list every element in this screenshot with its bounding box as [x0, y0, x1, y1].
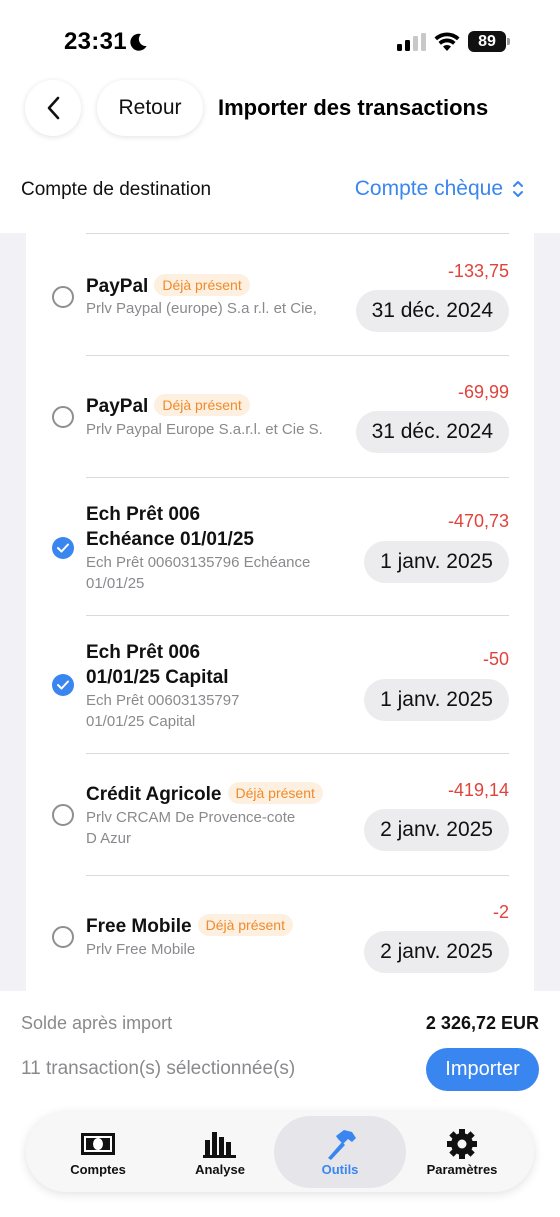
tab-bar: Comptes Analyse Outils Paramètres	[26, 1112, 534, 1192]
transaction-description-line-2: 01/01/25 Capital	[86, 713, 196, 730]
transaction-amount: -50	[482, 649, 509, 669]
tab-label: Paramètres	[426, 1162, 498, 1177]
transaction-row[interactable]: Ech Prêt 006 Echéance 01/01/25 Ech Prêt …	[26, 477, 534, 615]
selection-count-label: 11 transaction(s) sélectionnée(s)	[21, 1058, 296, 1079]
already-present-badge: Déjà présent	[154, 274, 250, 296]
gear-icon	[447, 1129, 477, 1159]
transaction-amount: -419,14	[447, 780, 509, 800]
battery-level: 89	[468, 31, 506, 52]
import-button[interactable]: Importer	[426, 1048, 539, 1091]
retour-button[interactable]: Retour	[97, 80, 203, 136]
balance-after-import-value: 2 326,72 EUR	[425, 1013, 539, 1033]
destination-label: Compte de destination	[21, 179, 212, 200]
transaction-row[interactable]: Free Mobile Déjà présent Prlv Free Mobile…	[26, 875, 534, 991]
bar-chart-icon	[203, 1132, 236, 1158]
already-present-badge: Déjà présent	[197, 914, 293, 936]
transaction-description-line-2: D Azur	[86, 830, 132, 847]
tab-label: Analyse	[195, 1162, 245, 1177]
tab-parametres[interactable]: Paramètres	[396, 1116, 528, 1188]
transaction-description-line-2: 01/01/25	[86, 575, 145, 592]
transaction-list: PayPal Déjà présent Prlv Paypal (europe) …	[26, 233, 534, 991]
transaction-date[interactable]: 2 janv. 2025	[364, 931, 509, 973]
balance-after-import-label: Solde après import	[21, 1013, 173, 1033]
transaction-description-line-1: Ech Prêt 00603135797	[86, 692, 240, 709]
transaction-name-line-2: 01/01/25 Capital	[86, 667, 229, 688]
transaction-amount: -2	[492, 902, 509, 922]
transaction-name: PayPal Déjà présent	[86, 394, 250, 419]
destination-account-select[interactable]: Compte chèque	[355, 177, 525, 201]
destination-account-value: Compte chèque	[354, 177, 503, 200]
tab-analyse[interactable]: Analyse	[154, 1116, 286, 1188]
status-bar: 23:31 89	[0, 0, 560, 80]
transaction-description: Prlv Free Mobile	[86, 941, 196, 958]
already-present-badge: Déjà présent	[154, 394, 250, 416]
transaction-name-text: PayPal	[86, 396, 149, 417]
battery-nub	[507, 38, 510, 45]
transaction-date[interactable]: 31 déc. 2024	[355, 290, 509, 332]
select-radio[interactable]	[52, 804, 74, 826]
transaction-amount: -133,75	[447, 261, 509, 281]
select-radio[interactable]	[52, 926, 74, 948]
back-button[interactable]	[25, 80, 81, 136]
battery-indicator: 89	[468, 31, 510, 52]
transaction-amount: -470,73	[447, 511, 509, 531]
transaction-amount: -69,99	[457, 382, 509, 402]
tab-label: Outils	[321, 1162, 359, 1177]
already-present-badge: Déjà présent	[227, 782, 323, 804]
select-radio-checked[interactable]	[52, 537, 74, 559]
select-radio[interactable]	[52, 406, 74, 428]
transaction-name-line-1: Ech Prêt 006	[86, 642, 201, 663]
transaction-row[interactable]: Crédit Agricole Déjà présent Prlv CRCAM D…	[26, 753, 534, 875]
cellular-signal-icon	[397, 33, 426, 51]
screen: 23:31 89 Retour Importer des transaction…	[0, 0, 560, 1217]
moon-icon	[130, 33, 147, 51]
tab-label: Comptes	[70, 1162, 126, 1177]
checkmark-icon	[57, 543, 69, 553]
transaction-name: Crédit Agricole Déjà présent	[86, 782, 323, 807]
page-title: Importer des transactions	[218, 95, 489, 120]
transaction-description-line-1: Ech Prêt 00603135796 Echéance	[86, 554, 311, 571]
transaction-date[interactable]: 1 janv. 2025	[364, 541, 509, 583]
chevron-left-icon	[47, 96, 60, 120]
status-time: 23:31	[64, 28, 127, 55]
select-radio[interactable]	[52, 286, 74, 308]
transaction-description: Prlv Paypal Europe S.a.r.l. et Cie S.	[86, 421, 323, 438]
hammer-icon	[328, 1130, 356, 1160]
wifi-icon	[434, 32, 460, 51]
tab-comptes[interactable]: Comptes	[32, 1116, 164, 1188]
tab-outils[interactable]: Outils	[274, 1116, 406, 1188]
transaction-date[interactable]: 2 janv. 2025	[364, 809, 509, 851]
transaction-name-text: Crédit Agricole	[86, 784, 222, 805]
transaction-name-text: Free Mobile	[86, 916, 192, 937]
chevron-up-down-icon	[513, 181, 523, 197]
transaction-name: Free Mobile Déjà présent	[86, 914, 293, 939]
checkmark-icon	[57, 680, 69, 690]
transaction-name-line-1: Ech Prêt 006	[86, 504, 201, 525]
transaction-name: PayPal Déjà présent	[86, 274, 250, 299]
transaction-name-line-2: Echéance 01/01/25	[86, 529, 254, 550]
transaction-row[interactable]: PayPal Déjà présent Prlv Paypal Europe S.…	[26, 355, 534, 477]
transaction-description: Prlv Paypal (europe) S.a r.l. et Cie,	[86, 300, 317, 317]
transaction-row[interactable]: Ech Prêt 006 01/01/25 Capital Ech Prêt 0…	[26, 615, 534, 753]
transaction-row[interactable]: PayPal Déjà présent Prlv Paypal (europe) …	[26, 234, 534, 355]
transaction-name-text: PayPal	[86, 276, 149, 297]
transaction-date[interactable]: 1 janv. 2025	[364, 679, 509, 721]
transaction-date[interactable]: 31 déc. 2024	[355, 411, 509, 453]
banknote-icon	[81, 1133, 115, 1155]
transaction-description-line-1: Prlv CRCAM De Provence-cote	[86, 809, 296, 826]
select-radio-checked[interactable]	[52, 674, 74, 696]
